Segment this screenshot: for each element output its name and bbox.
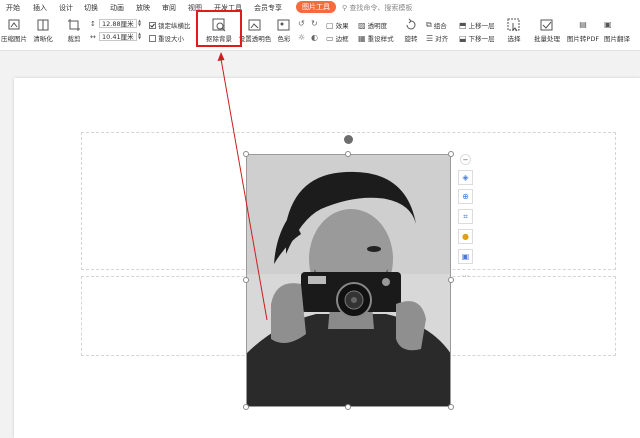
annotation-arrow [217,52,268,321]
